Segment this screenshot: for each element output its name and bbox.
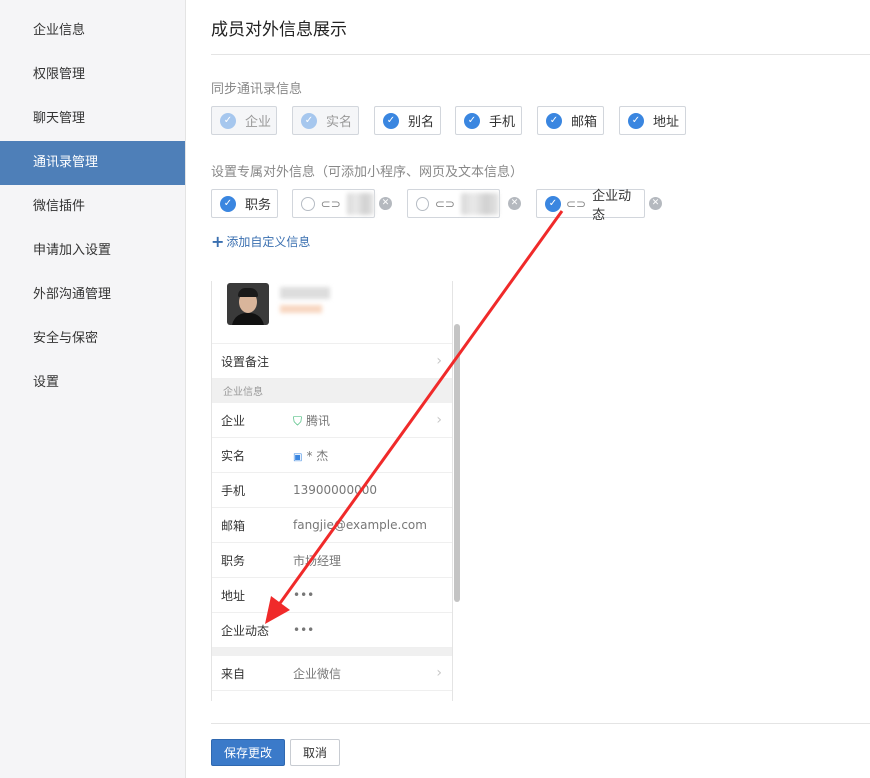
row-value: 市场经理: [293, 553, 342, 568]
row-key: 邮箱: [221, 518, 246, 533]
chip-label: 实名: [326, 115, 353, 130]
blurred-label: [460, 192, 499, 215]
main-panel: 成员对外信息展示 同步通讯录信息 ✓ 企业 ✓ 实名 ✓ 别名 ✓ 手机 ✓ 邮…: [186, 0, 870, 778]
divider: [211, 723, 870, 724]
row-key: 企业动态: [221, 623, 270, 638]
avatar: [227, 283, 269, 325]
check-icon: ✓: [220, 195, 236, 212]
row-company[interactable]: 企业 ⛉ 腾讯 ›: [212, 403, 452, 438]
row-value: 企业微信: [293, 666, 342, 681]
check-icon: ✓: [628, 112, 644, 129]
chip-label: 企业动态: [592, 188, 632, 223]
check-icon: ✓: [546, 112, 562, 129]
chip-position[interactable]: ✓ 职务: [211, 189, 278, 218]
custom-section-label: 设置专属对外信息（可添加小程序、网页及文本信息）: [211, 165, 524, 180]
preview-scrollbar[interactable]: [454, 324, 460, 602]
remove-icon[interactable]: ✕: [379, 197, 392, 210]
check-icon: ✓: [383, 112, 399, 129]
sync-section-label: 同步通讯录信息: [211, 82, 303, 97]
sidebar-item-chat[interactable]: 聊天管理: [0, 97, 185, 141]
row-key: 职务: [221, 553, 246, 568]
check-icon: ✓: [464, 112, 480, 129]
verified-shield-icon: ⛉: [293, 413, 303, 428]
sidebar-item-join-settings[interactable]: 申请加入设置: [0, 229, 185, 273]
chip-custom-link-1[interactable]: ⊂⊃: [292, 189, 375, 218]
chip-label: 企业: [245, 115, 272, 130]
custom-chips: ✓ 职务 ⊂⊃ ✕ ⊂⊃ ✕ ✓ ⊂⊃ 企业动态 ✕: [211, 189, 691, 223]
chevron-right-icon: ›: [436, 665, 442, 681]
row-key: 企业: [221, 413, 246, 428]
chip-label: 地址: [653, 115, 680, 130]
row-from[interactable]: 来自 企业微信 ›: [212, 656, 452, 691]
row-company-news: 企业动态 •••: [212, 613, 452, 648]
chip-label: 职务: [245, 198, 272, 213]
chip-label: 手机: [489, 115, 516, 130]
chip-realname: ✓ 实名: [292, 106, 359, 135]
chip-company-news[interactable]: ✓ ⊂⊃ 企业动态: [536, 189, 645, 223]
cancel-button[interactable]: 取消: [290, 739, 340, 766]
chevron-right-icon: ›: [436, 353, 442, 369]
divider: [212, 648, 452, 656]
sidebar-item-settings[interactable]: 设置: [0, 361, 185, 405]
sidebar-item-permissions[interactable]: 权限管理: [0, 53, 185, 97]
save-button[interactable]: 保存更改: [211, 739, 285, 766]
row-key: 设置备注: [221, 354, 270, 369]
divider: [211, 54, 870, 55]
plus-icon: +: [211, 232, 225, 251]
row-value: fangjie@example.com: [293, 518, 427, 532]
sidebar-item-contacts[interactable]: 通讯录管理: [0, 141, 185, 185]
check-icon: ✓: [220, 112, 236, 129]
radio-icon: [301, 196, 315, 211]
link-icon: ⊂⊃: [434, 196, 455, 211]
blurred-label: [346, 192, 374, 215]
group-header: 企业信息: [212, 379, 452, 403]
row-key: 手机: [221, 483, 246, 498]
row-realname: 实名 ▣ * 杰: [212, 438, 452, 473]
remove-icon[interactable]: ✕: [649, 197, 662, 210]
add-custom-label: 添加自定义信息: [226, 235, 311, 249]
check-icon: ✓: [301, 112, 317, 129]
row-key: 实名: [221, 448, 246, 463]
chip-custom-link-2[interactable]: ⊂⊃: [407, 189, 500, 218]
chip-email[interactable]: ✓ 邮箱: [537, 106, 604, 135]
row-position: 职务 市场经理: [212, 543, 452, 578]
sidebar-item-wechat-plugin[interactable]: 微信插件: [0, 185, 185, 229]
row-value: 13900000000: [293, 483, 377, 497]
link-icon: ⊂⊃: [320, 196, 341, 211]
chip-phone[interactable]: ✓ 手机: [455, 106, 522, 135]
page-title: 成员对外信息展示: [211, 20, 347, 40]
chip-label: 别名: [408, 115, 435, 130]
row-value: ▣ * 杰: [293, 448, 329, 463]
sidebar-item-external[interactable]: 外部沟通管理: [0, 273, 185, 317]
chevron-right-icon: ›: [436, 412, 442, 428]
chip-address[interactable]: ✓ 地址: [619, 106, 686, 135]
remove-icon[interactable]: ✕: [508, 197, 521, 210]
radio-icon: [416, 196, 429, 211]
sidebar-item-company-info[interactable]: 企业信息: [0, 9, 185, 53]
blurred-name: [280, 287, 330, 299]
row-value: ⛉ 腾讯: [293, 413, 331, 428]
blurred-subtitle: [280, 305, 322, 313]
row-value: •••: [293, 623, 315, 637]
link-icon: ⊂⊃: [565, 196, 587, 211]
chip-alias[interactable]: ✓ 别名: [374, 106, 441, 135]
row-phone: 手机 13900000000: [212, 473, 452, 508]
row-value: •••: [293, 588, 315, 602]
add-custom-info-link[interactable]: + 添加自定义信息: [211, 231, 311, 251]
sidebar-item-security[interactable]: 安全与保密: [0, 317, 185, 361]
check-icon: ✓: [545, 195, 561, 212]
sidebar: 企业信息 权限管理 聊天管理 通讯录管理 微信插件 申请加入设置 外部沟通管理 …: [0, 0, 186, 778]
row-key: 来自: [221, 666, 246, 681]
chip-label: 邮箱: [571, 115, 598, 130]
set-note-row[interactable]: 设置备注 ›: [212, 343, 452, 379]
row-address: 地址 •••: [212, 578, 452, 613]
profile-preview: 设置备注 › 企业信息 企业 ⛉ 腾讯 › 实名 ▣ * 杰 手机 13900000…: [211, 281, 453, 701]
row-email: 邮箱 fangjie@example.com: [212, 508, 452, 543]
chip-company: ✓ 企业: [211, 106, 277, 135]
row-key: 地址: [221, 588, 246, 603]
id-card-icon: ▣: [293, 451, 303, 463]
